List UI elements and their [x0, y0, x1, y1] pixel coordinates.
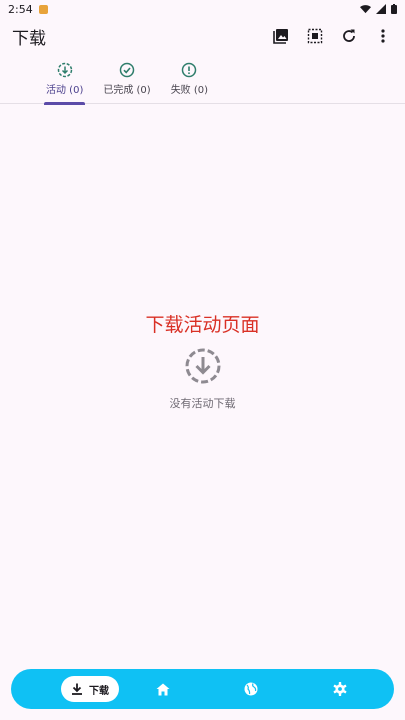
download-tabs: 活动 (0) 已完成 (0) 失败 (0)	[0, 54, 405, 105]
more-vert-icon	[381, 29, 385, 43]
refresh-icon	[343, 29, 355, 42]
tab-failed-label: 失败 (0)	[170, 85, 209, 96]
bottom-navigation: 下载	[11, 669, 394, 709]
select-all-icon	[307, 28, 323, 44]
signal-icon	[376, 4, 386, 14]
app-bar: 下载	[0, 18, 405, 54]
image-icon	[273, 29, 288, 44]
select-button[interactable]	[305, 26, 325, 46]
home-icon	[156, 683, 170, 695]
empty-state-message: 没有活动下载	[169, 397, 236, 410]
tab-failed[interactable]: 失败 (0)	[161, 54, 218, 104]
download-progress-icon	[57, 62, 72, 78]
tab-active-label: 活动 (0)	[46, 85, 84, 96]
notification-icon	[38, 4, 48, 14]
battery-icon	[391, 4, 397, 14]
refresh-button[interactable]	[339, 26, 359, 46]
page-title: 下载	[12, 28, 46, 49]
nav-browser[interactable]	[207, 669, 295, 709]
gear-icon	[333, 682, 347, 696]
globe-icon	[244, 682, 258, 696]
tab-completed-label: 已完成 (0)	[103, 85, 151, 96]
empty-state-title: 下载活动页面	[145, 314, 260, 336]
wifi-icon	[360, 5, 371, 14]
empty-state: 下载活动页面 没有活动下载	[0, 310, 405, 411]
check-circle-icon	[119, 62, 135, 78]
status-time: 2:54	[8, 2, 33, 16]
nav-downloads-pill[interactable]: 下载	[61, 676, 119, 702]
error-circle-icon	[182, 62, 197, 78]
nav-downloads-label: 下载	[89, 685, 109, 697]
gallery-button[interactable]	[271, 26, 291, 46]
nav-home[interactable]	[119, 669, 207, 709]
more-options-button[interactable]	[373, 26, 393, 46]
nav-downloads[interactable]: 下载	[21, 669, 119, 709]
status-bar: 2:54	[0, 0, 405, 18]
download-icon	[72, 683, 82, 695]
tab-active[interactable]: 活动 (0)	[36, 54, 93, 105]
nav-settings[interactable]	[296, 669, 384, 709]
download-progress-icon	[185, 348, 220, 384]
tab-completed[interactable]: 已完成 (0)	[93, 54, 160, 104]
